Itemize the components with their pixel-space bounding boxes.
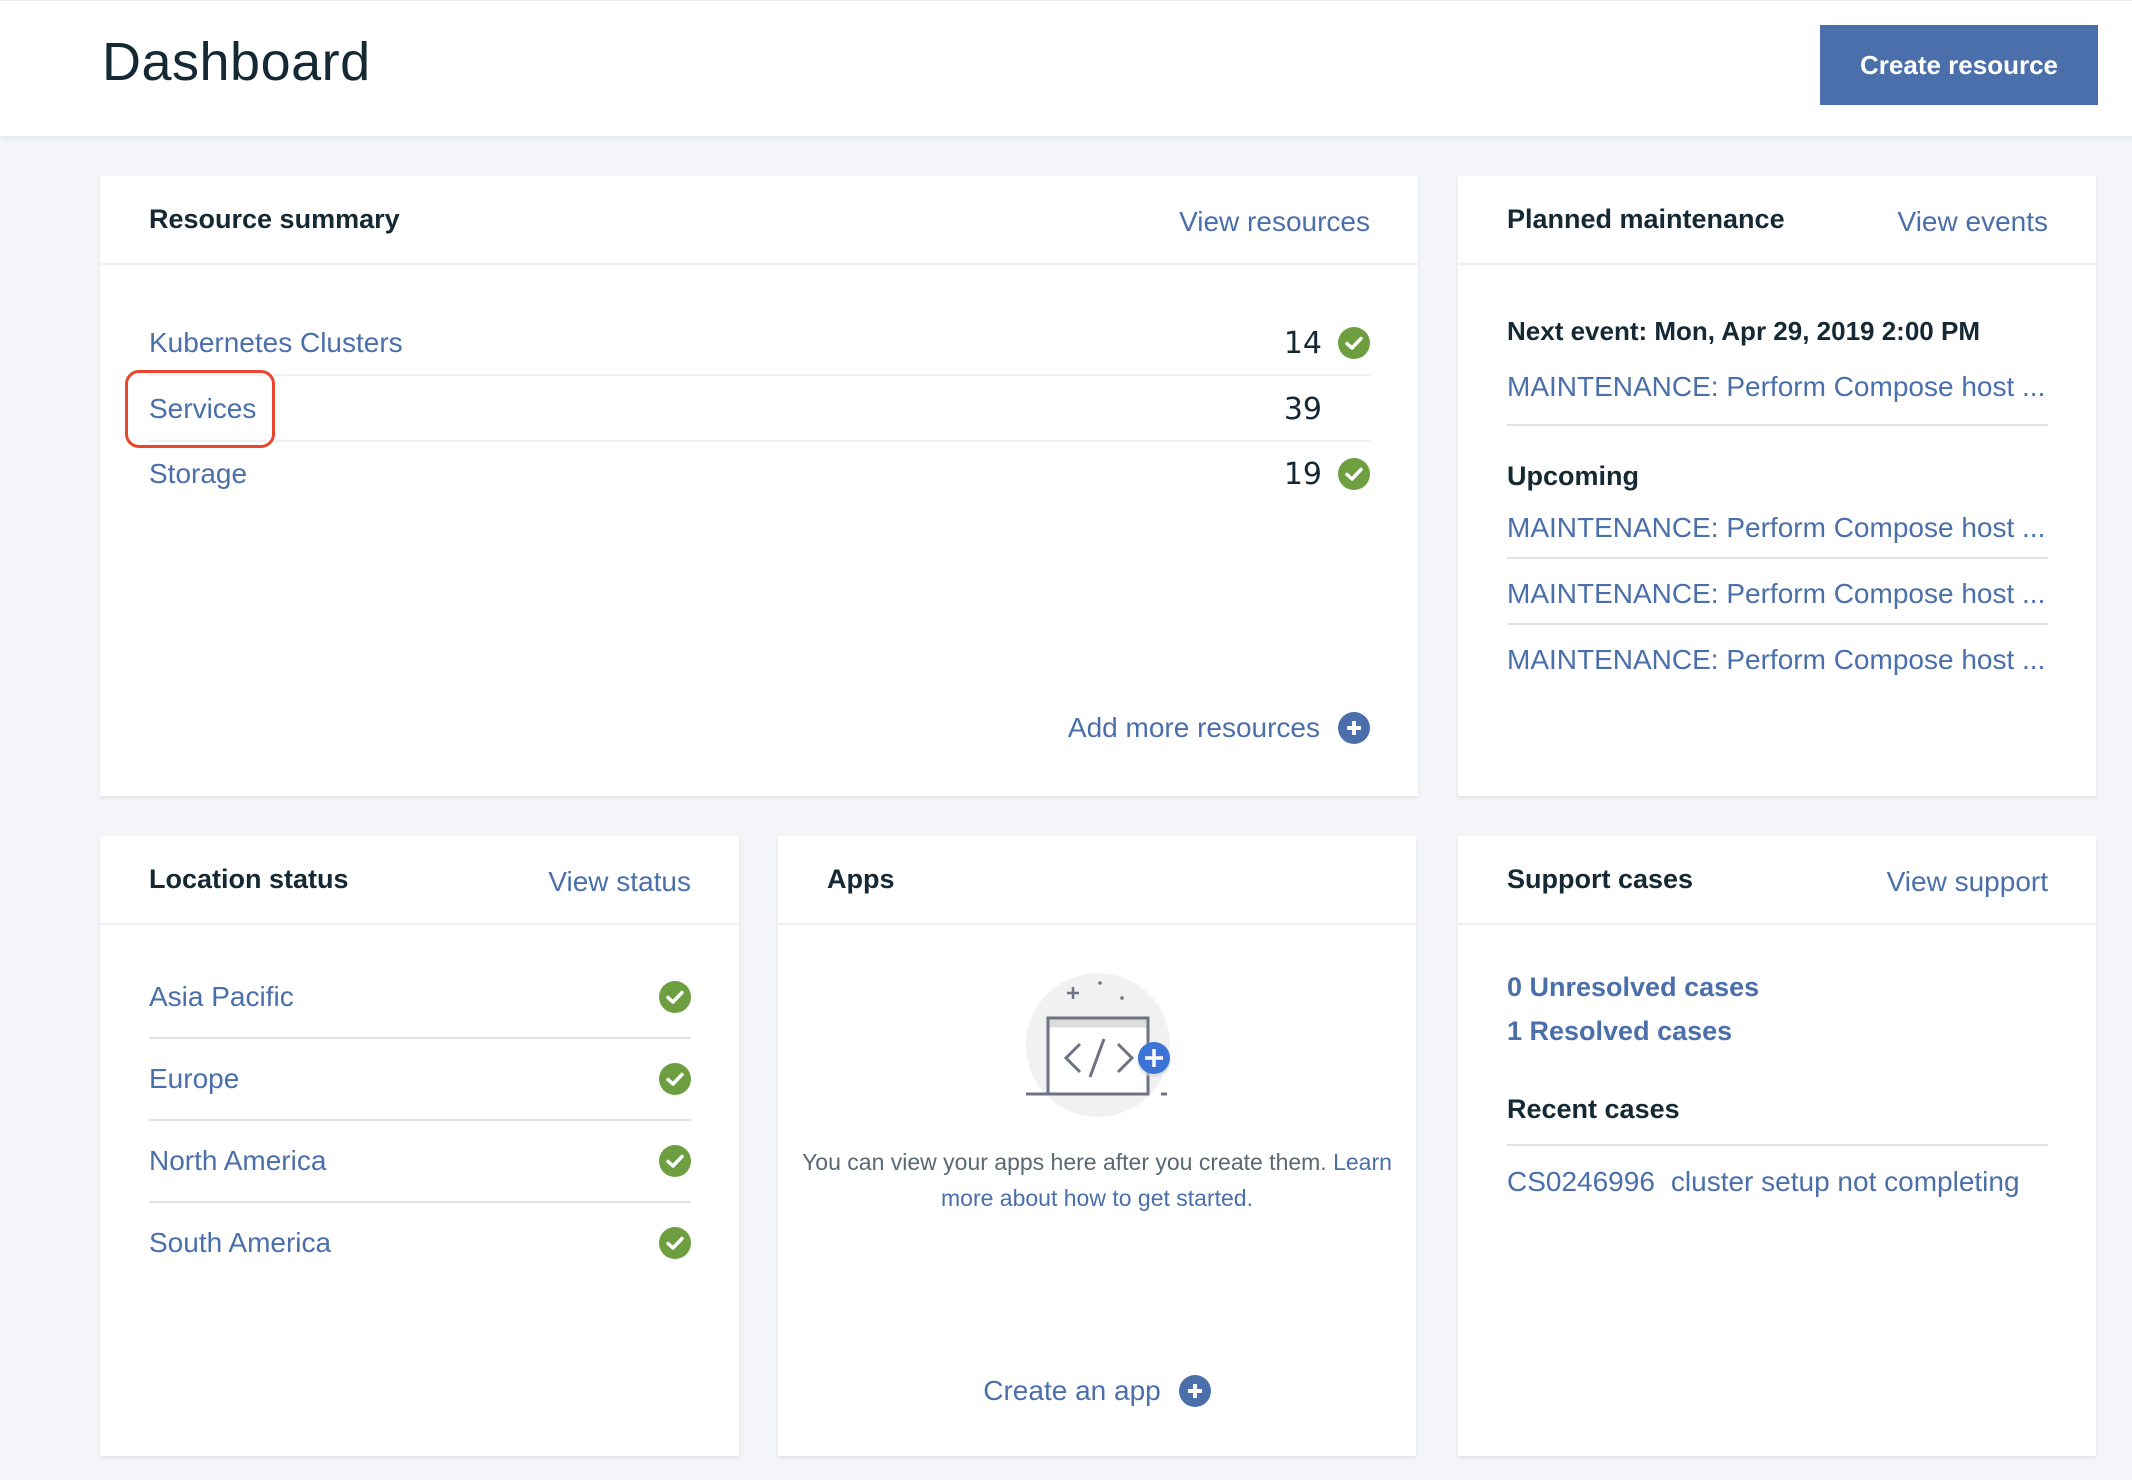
add-circle-icon: [1338, 712, 1370, 744]
add-more-resources-label: Add more resources: [1067, 712, 1320, 743]
check-icon: [659, 1227, 691, 1259]
card-header: Support cases View support: [1458, 836, 2096, 925]
card-header: Location status View status: [100, 836, 739, 925]
resolved-cases-link[interactable]: 1 Resolved cases: [1507, 1016, 1732, 1047]
planned-maintenance-card: Planned maintenance View events Next eve…: [1458, 176, 2096, 796]
card-title: Apps: [827, 864, 895, 894]
resource-name-link[interactable]: Kubernetes Clusters: [149, 327, 1262, 359]
location-name-link[interactable]: North America: [149, 1145, 326, 1177]
card-header: Resource summary View resources: [100, 176, 1418, 265]
check-icon: [1338, 327, 1370, 359]
apps-description-text: You can view your apps here after you cr…: [802, 1149, 1327, 1175]
case-subject: cluster setup not completing: [1670, 1166, 2020, 1197]
support-cases-card: Support cases View support 0 Unresolved …: [1458, 836, 2096, 1456]
view-events-link[interactable]: View events: [1898, 206, 2048, 238]
apps-empty-description: You can view your apps here after you cr…: [798, 1144, 1396, 1216]
resource-row-services: Services 39: [149, 378, 1370, 442]
upcoming-event-link[interactable]: MAINTENANCE: Perform Compose host ...: [1507, 503, 2048, 559]
next-event-link[interactable]: MAINTENANCE: Perform Compose host ...: [1507, 356, 2048, 426]
create-app-label: Create an app: [983, 1375, 1161, 1406]
card-header: Planned maintenance View events: [1458, 176, 2096, 265]
resource-count: 39: [1283, 391, 1322, 427]
location-name-link[interactable]: South America: [149, 1227, 331, 1259]
location-name-link[interactable]: Asia Pacific: [149, 981, 294, 1013]
view-status-link[interactable]: View status: [548, 866, 691, 898]
apps-card: Apps You can view your apps here after y…: [778, 836, 1416, 1456]
recent-cases-heading: Recent cases: [1507, 1094, 1680, 1124]
divider: [1507, 1144, 2048, 1146]
location-name-link[interactable]: Europe: [149, 1063, 239, 1095]
create-app-button[interactable]: Create an app: [778, 1375, 1416, 1407]
card-title: Planned maintenance: [1507, 204, 1785, 234]
check-icon: [659, 1145, 691, 1177]
page-header: Dashboard Create resource: [0, 0, 2132, 136]
resource-name-link[interactable]: Services: [149, 393, 1262, 425]
view-support-link[interactable]: View support: [1887, 866, 2048, 898]
next-event-heading: Next event: Mon, Apr 29, 2019 2:00 PM: [1507, 316, 1980, 346]
resource-row-storage: Storage 19: [149, 442, 1370, 506]
code-window-illustration: [1026, 973, 1171, 1117]
add-circle-icon: [1178, 1375, 1211, 1407]
add-more-resources-button[interactable]: Add more resources: [1068, 712, 1370, 744]
unresolved-cases-link[interactable]: 0 Unresolved cases: [1507, 972, 1759, 1003]
case-id: CS0246996: [1507, 1166, 1655, 1197]
resource-count: 14: [1283, 325, 1322, 361]
view-resources-link[interactable]: View resources: [1179, 206, 1370, 238]
resource-summary-card: Resource summary View resources Kubernet…: [100, 176, 1418, 796]
recent-case-link[interactable]: CS0246996 cluster setup not completing: [1507, 1166, 2020, 1198]
create-resource-button[interactable]: Create resource: [1820, 25, 2098, 105]
card-title: Resource summary: [149, 204, 400, 234]
resource-name-link[interactable]: Storage: [149, 458, 1262, 490]
card-header: Apps: [778, 836, 1416, 925]
location-row: Europe: [149, 1039, 691, 1121]
location-row: North America: [149, 1121, 691, 1203]
location-row: Asia Pacific: [149, 957, 691, 1039]
upcoming-heading: Upcoming: [1507, 461, 1639, 491]
check-icon: [659, 981, 691, 1013]
card-title: Location status: [149, 864, 349, 894]
status-placeholder: [1338, 393, 1370, 425]
location-row: South America: [149, 1202, 691, 1284]
resource-count: 19: [1283, 456, 1322, 492]
check-icon: [659, 1063, 691, 1095]
upcoming-event-link[interactable]: MAINTENANCE: Perform Compose host ...: [1507, 569, 2048, 625]
check-icon: [1338, 458, 1370, 490]
page-title: Dashboard: [102, 32, 371, 92]
upcoming-event-link[interactable]: MAINTENANCE: Perform Compose host ...: [1507, 635, 2048, 691]
location-status-card: Location status View status Asia Pacific…: [100, 836, 739, 1456]
resource-row-kubernetes: Kubernetes Clusters 14: [149, 312, 1370, 376]
card-title: Support cases: [1507, 864, 1694, 894]
